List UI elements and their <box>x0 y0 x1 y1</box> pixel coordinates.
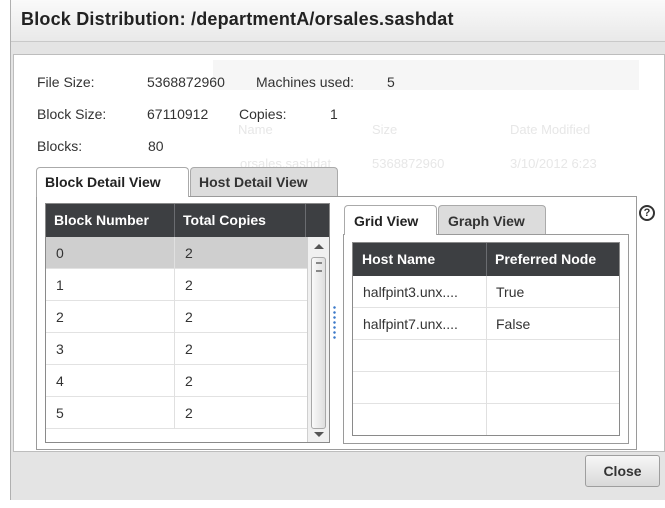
column-header-block-number[interactable]: Block Number <box>54 212 149 228</box>
dialog-title: Block Distribution: /departmentA/orsales… <box>21 9 454 29</box>
copies-value: 1 <box>330 106 338 122</box>
panel-splitter-handle[interactable] <box>333 305 336 341</box>
tab-host-detail-label: Host Detail View <box>199 174 308 190</box>
cell-divider <box>486 404 487 435</box>
block-number-cell: 4 <box>56 373 64 389</box>
machines-used-value: 5 <box>387 74 395 90</box>
block-number-cell: 3 <box>56 341 64 357</box>
tab-block-detail-label: Block Detail View <box>45 174 161 190</box>
preferred-node-cell: True <box>496 284 525 300</box>
copies-label: Copies: <box>239 106 287 122</box>
dialog-title-bar[interactable]: Block Distribution: /departmentA/orsales… <box>11 0 665 42</box>
column-divider[interactable] <box>486 243 487 276</box>
table-row[interactable]: 1 2 <box>46 269 307 301</box>
host-name-cell: halfpint7.unx.... <box>363 316 458 332</box>
file-size-label: File Size: <box>37 74 95 90</box>
grip-icon <box>316 262 322 272</box>
total-copies-cell: 2 <box>185 405 193 421</box>
cell-divider <box>486 340 487 372</box>
host-table-header: Host Name Preferred Node <box>353 243 619 276</box>
host-name-cell: halfpint3.unx.... <box>363 284 458 300</box>
ghost-size-header: Size <box>372 122 398 137</box>
cell-divider <box>174 269 175 301</box>
block-number-cell: 5 <box>56 405 64 421</box>
cell-divider <box>174 333 175 365</box>
ghost-row-size: 5368872960 <box>372 156 445 171</box>
block-table: Block Number Total Copies 0 2 1 2 2 2 3 … <box>45 203 330 443</box>
scroll-up-arrow-icon[interactable] <box>314 244 324 249</box>
blocks-label: Blocks: <box>37 138 83 154</box>
table-row[interactable]: 3 2 <box>46 333 307 365</box>
tab-grid-view-label: Grid View <box>354 213 419 229</box>
close-button[interactable]: Close <box>585 455 660 487</box>
tab-block-detail-view[interactable]: Block Detail View <box>36 167 189 197</box>
empty-table-row <box>353 404 619 435</box>
cell-divider <box>174 397 175 429</box>
empty-table-row <box>353 372 619 404</box>
machines-used-label: Machines used: <box>256 74 355 90</box>
block-number-cell: 1 <box>56 277 64 293</box>
total-copies-cell: 2 <box>185 309 193 325</box>
host-table: Host Name Preferred Node halfpint3.unx..… <box>352 242 620 436</box>
tab-graph-view-label: Graph View <box>448 213 525 229</box>
total-copies-cell: 2 <box>185 373 193 389</box>
table-row[interactable]: 2 2 <box>46 301 307 333</box>
column-header-host-name[interactable]: Host Name <box>362 251 435 267</box>
cell-divider <box>174 301 175 333</box>
tab-graph-view[interactable]: Graph View <box>438 205 546 234</box>
cell-divider <box>174 365 175 397</box>
column-divider[interactable] <box>305 204 306 237</box>
file-size-value: 5368872960 <box>147 74 225 90</box>
block-table-scrollbar[interactable] <box>307 237 329 442</box>
cell-divider <box>174 237 175 269</box>
table-row[interactable]: 0 2 <box>46 237 307 269</box>
block-size-value: 67110912 <box>147 106 209 122</box>
scroll-down-arrow-icon[interactable] <box>314 432 324 437</box>
table-row[interactable]: 5 2 <box>46 397 307 429</box>
table-row[interactable]: 4 2 <box>46 365 307 397</box>
cell-divider <box>486 372 487 404</box>
total-copies-cell: 2 <box>185 277 193 293</box>
help-icon[interactable]: ? <box>639 205 655 221</box>
preferred-node-cell: False <box>496 316 531 332</box>
tab-host-detail-view[interactable]: Host Detail View <box>190 167 338 196</box>
tab-grid-view[interactable]: Grid View <box>344 205 437 235</box>
table-row[interactable]: halfpint3.unx.... True <box>353 276 619 308</box>
block-number-cell: 0 <box>56 245 64 261</box>
empty-table-row <box>353 340 619 372</box>
table-row[interactable]: halfpint7.unx.... False <box>353 308 619 340</box>
block-table-header: Block Number Total Copies <box>46 204 329 237</box>
ghost-modified-header: Date Modified <box>510 122 591 137</box>
column-header-total-copies[interactable]: Total Copies <box>183 212 266 228</box>
total-copies-cell: 2 <box>185 245 193 261</box>
column-header-preferred-node[interactable]: Preferred Node <box>495 251 596 267</box>
scrollbar-thumb[interactable] <box>311 257 326 429</box>
total-copies-cell: 2 <box>185 341 193 357</box>
block-size-label: Block Size: <box>37 106 107 122</box>
cell-divider <box>486 308 487 340</box>
ghost-name-header: Name <box>238 122 273 137</box>
column-divider[interactable] <box>174 204 175 237</box>
blocks-value: 80 <box>148 138 164 154</box>
cell-divider <box>486 276 487 308</box>
ghost-row-date: 3/10/2012 6:23 <box>510 156 597 171</box>
block-number-cell: 2 <box>56 309 64 325</box>
